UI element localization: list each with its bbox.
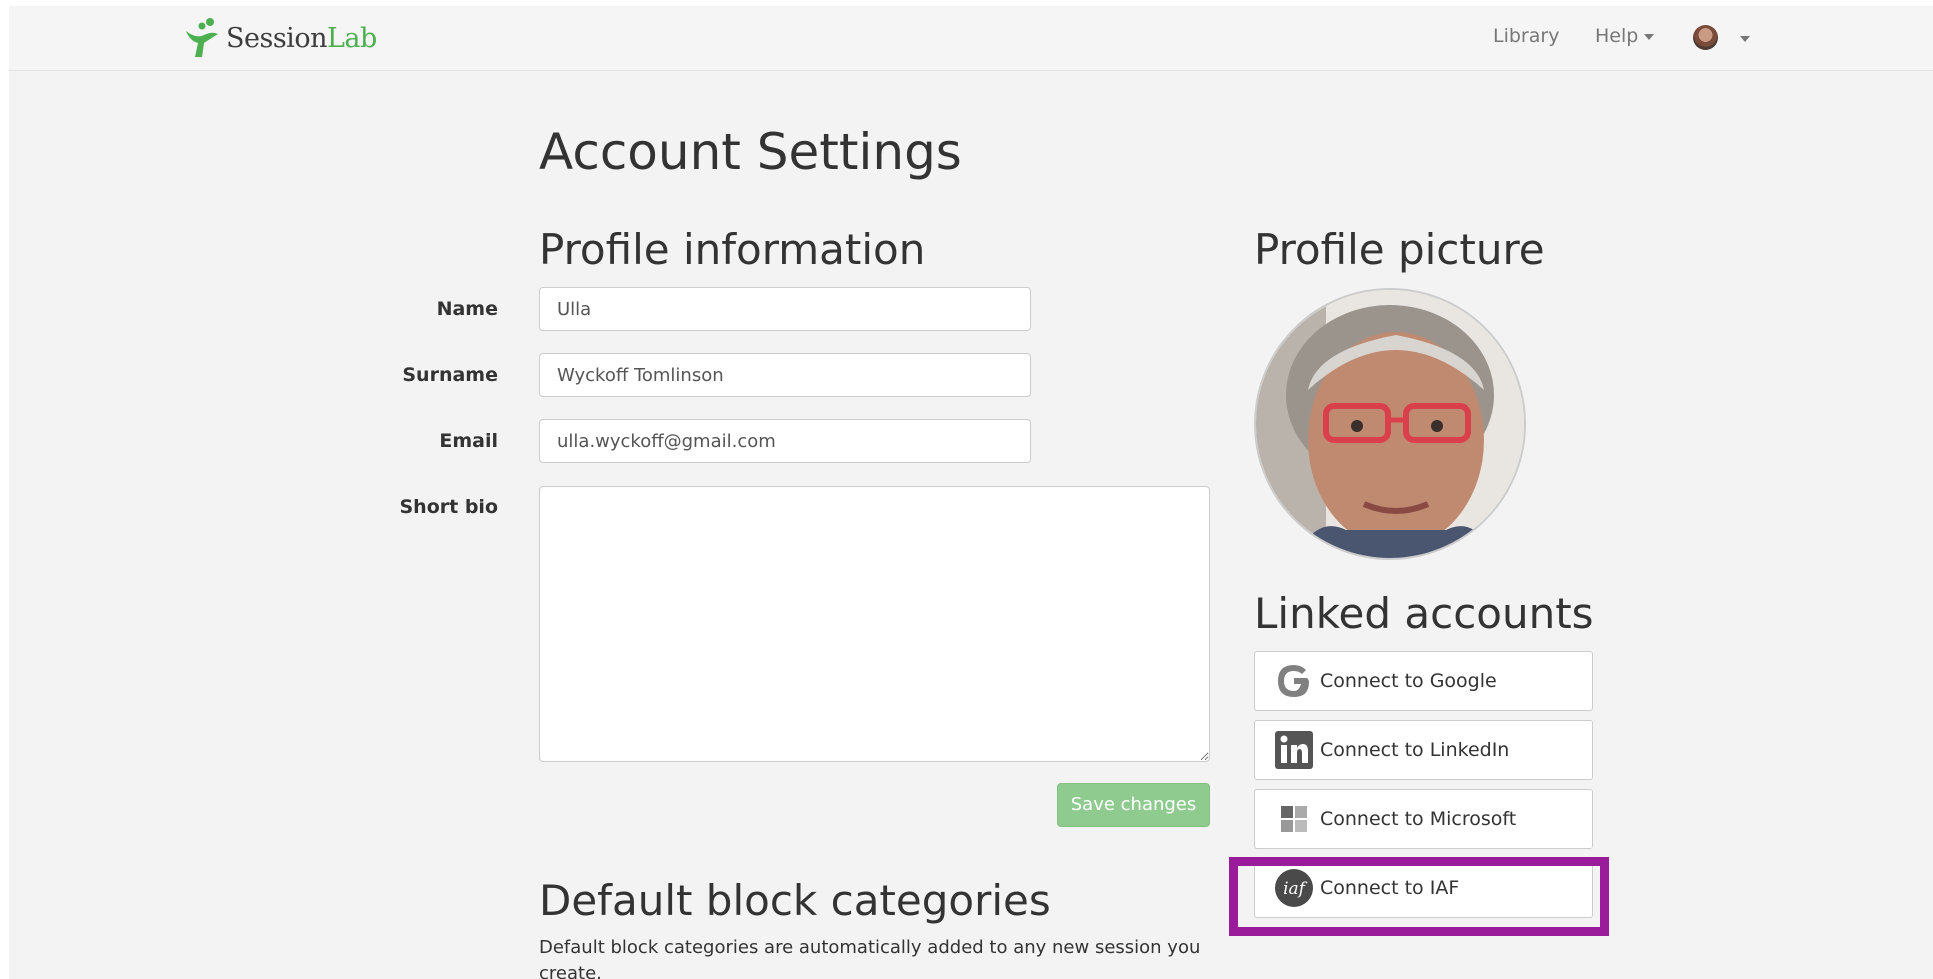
connect-microsoft-button[interactable]: Connect to Microsoft xyxy=(1254,789,1593,849)
connect-google-label: Connect to Google xyxy=(1320,670,1497,692)
profile-information-heading: Profile information xyxy=(539,225,926,274)
iaf-highlight-box xyxy=(1229,857,1609,936)
name-label: Name xyxy=(436,298,498,320)
user-avatar[interactable] xyxy=(1693,25,1718,50)
email-label: Email xyxy=(439,430,498,452)
short-bio-textarea[interactable] xyxy=(539,486,1210,762)
sessionlab-logo[interactable]: SessionLab xyxy=(182,17,377,59)
short-bio-label: Short bio xyxy=(399,496,499,518)
page: SessionLab Library Help Account Settings… xyxy=(9,6,1933,979)
connect-linkedin-label: Connect to LinkedIn xyxy=(1320,739,1510,761)
chevron-down-icon xyxy=(1644,33,1655,40)
connect-linkedin-button[interactable]: Connect to LinkedIn xyxy=(1254,720,1593,780)
connect-microsoft-label: Connect to Microsoft xyxy=(1320,808,1517,830)
profile-picture-heading: Profile picture xyxy=(1254,225,1545,274)
logo-text: SessionLab xyxy=(226,22,377,54)
name-input[interactable] xyxy=(539,287,1031,331)
surname-input[interactable] xyxy=(539,353,1031,397)
sessionlab-logo-icon xyxy=(186,18,218,57)
page-title: Account Settings xyxy=(539,123,962,181)
surname-label: Surname xyxy=(402,364,498,386)
user-menu-chevron-down-icon[interactable] xyxy=(1740,36,1750,42)
nav-help-dropdown[interactable]: Help xyxy=(1595,25,1655,47)
google-icon xyxy=(1274,661,1314,701)
connect-google-button[interactable]: Connect to Google xyxy=(1254,651,1593,711)
profile-photo-image xyxy=(1256,290,1524,558)
default-block-categories-description: Default block categories are automatical… xyxy=(539,937,1201,979)
linkedin-icon xyxy=(1274,730,1314,770)
nav-library-link[interactable]: Library xyxy=(1493,25,1559,47)
default-block-categories-heading: Default block categories xyxy=(539,876,1051,925)
microsoft-icon xyxy=(1274,799,1314,839)
navbar: SessionLab Library Help xyxy=(9,6,1933,71)
email-input[interactable] xyxy=(539,419,1031,463)
nav-help-label: Help xyxy=(1595,25,1639,47)
linked-accounts-heading: Linked accounts xyxy=(1254,589,1594,638)
save-changes-button[interactable]: Save changes xyxy=(1057,783,1210,827)
profile-picture[interactable] xyxy=(1254,288,1526,560)
